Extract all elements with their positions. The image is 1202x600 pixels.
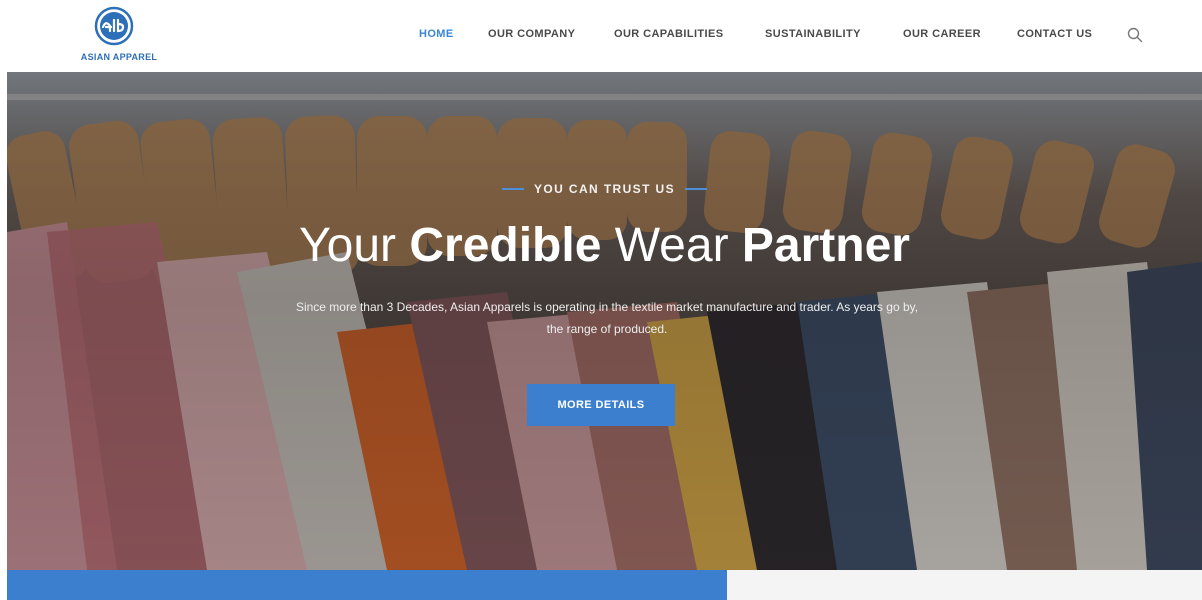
site-header: ASIAN APPAREL HOME OUR COMPANY OUR CAPAB…: [0, 0, 1202, 72]
nav-item-sustainability[interactable]: SUSTAINABILITY: [765, 28, 861, 40]
nav-item-our-career[interactable]: OUR CAREER: [903, 28, 981, 40]
hero-title-part3: Wear: [601, 219, 742, 272]
eyebrow-right-line: [685, 187, 708, 190]
bottom-light-panel: [727, 570, 1202, 600]
hero-title-part4: Partner: [741, 219, 910, 272]
eyebrow-left-line: [501, 187, 524, 190]
bottom-blue-panel: [7, 570, 727, 600]
hero-title-part1: Your: [299, 219, 410, 272]
hero-eyebrow: YOU CAN TRUST US: [7, 180, 1202, 198]
more-details-button[interactable]: MORE DETAILS: [527, 384, 675, 426]
asian-apparel-logo-icon: [94, 6, 134, 46]
nav-item-our-company[interactable]: OUR COMPANY: [488, 28, 575, 40]
hero-banner: YOU CAN TRUST US Your Credible Wear Part…: [7, 72, 1202, 570]
hero-title-part2: Credible: [409, 219, 602, 272]
hero-description: Since more than 3 Decades, Asian Apparel…: [295, 300, 919, 336]
brand-name: ASIAN APPAREL: [80, 52, 158, 62]
nav-item-our-capabilities[interactable]: OUR CAPABILITIES: [614, 28, 723, 40]
nav-item-home[interactable]: HOME: [419, 28, 454, 40]
hero-title: Your Credible Wear Partner: [7, 218, 1202, 274]
eyebrow-text: YOU CAN TRUST US: [533, 181, 676, 196]
search-icon[interactable]: [1126, 26, 1144, 44]
nav-item-contact-us[interactable]: CONTACT US: [1017, 28, 1092, 40]
brand-logo[interactable]: ASIAN APPAREL: [64, 6, 174, 66]
